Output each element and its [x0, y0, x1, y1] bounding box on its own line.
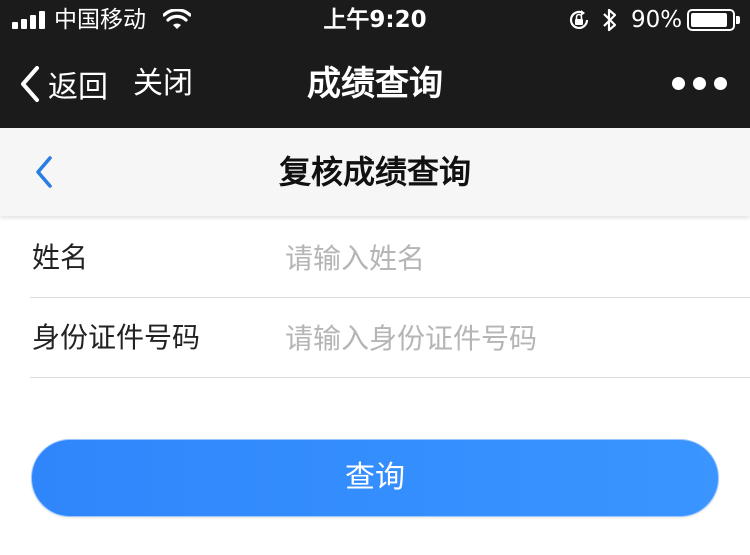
battery-nub: [736, 16, 740, 24]
id-number-row: 身份证件号码: [30, 298, 750, 378]
battery-fill: [691, 13, 727, 27]
status-bar: 中国移动 上午9:20 90%: [0, 0, 750, 40]
name-row: 姓名: [30, 218, 750, 298]
name-label: 姓名: [32, 241, 89, 274]
more-options-icon[interactable]: [672, 70, 728, 98]
wechat-back-button[interactable]: 返回: [18, 62, 108, 106]
page-title: 复核成绩查询: [278, 153, 471, 191]
query-form: 姓名 身份证件号码: [0, 218, 750, 378]
id-number-label: 身份证件号码: [32, 321, 201, 354]
id-number-input[interactable]: [285, 314, 725, 362]
battery-icon: [687, 9, 740, 31]
query-button[interactable]: 查询: [31, 439, 719, 517]
wechat-nav-bar: 返回 关闭 成绩查询: [0, 40, 750, 128]
wechat-back-label: 返回: [48, 70, 108, 105]
rotation-lock-icon: [569, 10, 589, 29]
page-header: 复核成绩查询: [0, 128, 750, 216]
name-input[interactable]: [285, 234, 725, 282]
bluetooth-icon: [603, 8, 617, 32]
wechat-nav-title: 成绩查询: [307, 64, 443, 104]
battery-percent: 90%: [631, 7, 683, 33]
top-bar: 中国移动 上午9:20 90% 返回 关闭 成绩查询: [0, 0, 750, 128]
wechat-close-button[interactable]: 关闭: [133, 62, 193, 106]
chevron-left-icon: [21, 66, 39, 102]
